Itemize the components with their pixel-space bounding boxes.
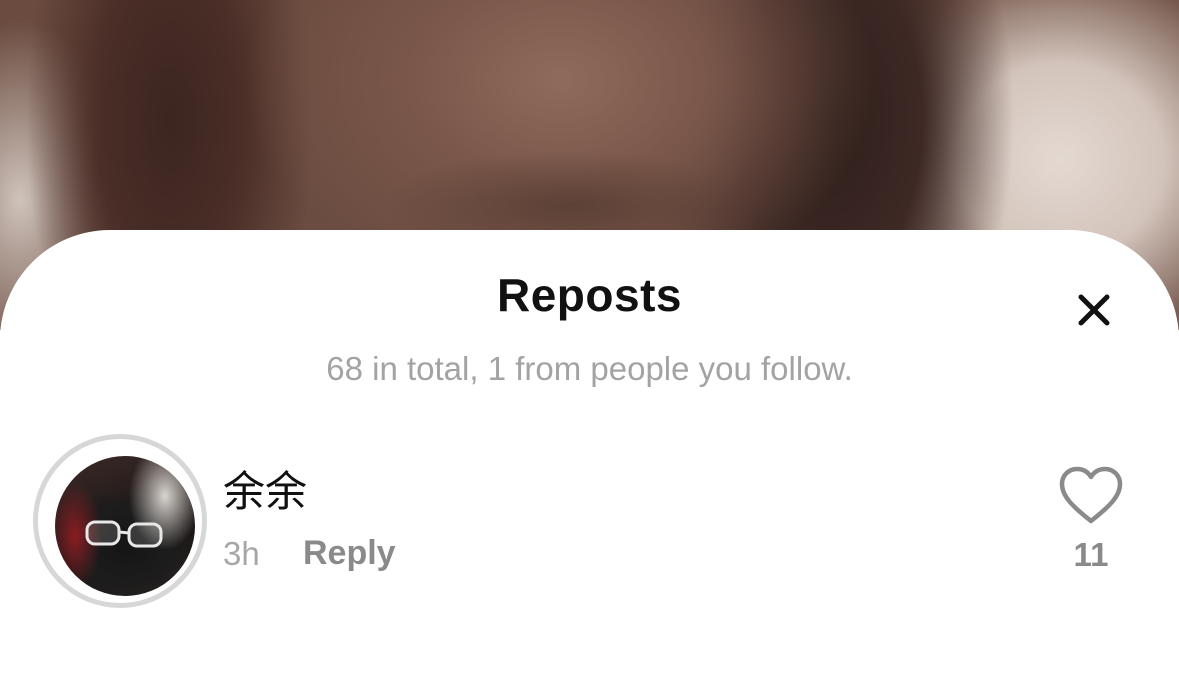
list-item[interactable]: 余余 3h Reply 11 (0, 430, 1179, 610)
screen: Reposts 68 in total, 1 from people you f… (0, 0, 1179, 681)
sheet-title: Reposts (497, 269, 682, 321)
like-count: 11 (1073, 536, 1109, 573)
close-icon (1078, 294, 1110, 326)
close-button[interactable] (1066, 282, 1122, 338)
timestamp: 3h (223, 535, 260, 572)
username[interactable]: 余余 (223, 458, 307, 519)
like-button[interactable] (1058, 466, 1124, 526)
repost-summary: 68 in total, 1 from people you follow. (326, 350, 853, 387)
heart-outline-icon (1059, 466, 1123, 524)
reply-button[interactable]: Reply (303, 534, 396, 573)
avatar-story-ring[interactable] (33, 434, 207, 608)
avatar (55, 456, 195, 596)
reposts-sheet: Reposts 68 in total, 1 from people you f… (0, 230, 1179, 681)
avatar-photo-glasses (85, 520, 163, 548)
